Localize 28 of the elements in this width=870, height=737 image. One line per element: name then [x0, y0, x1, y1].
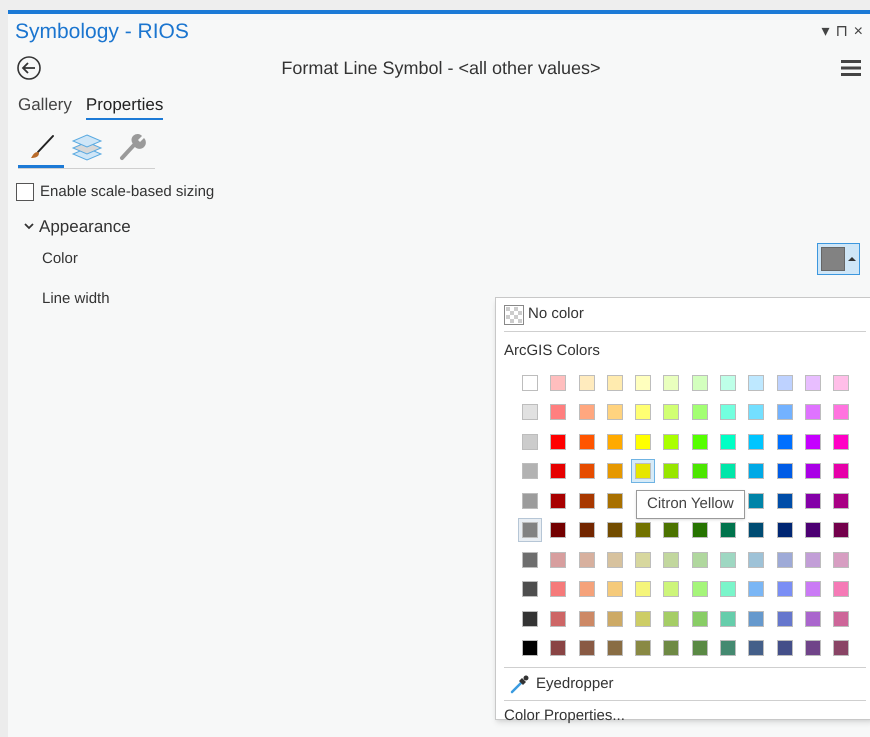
caret-icon: [848, 256, 856, 262]
property-label: Color: [42, 248, 78, 269]
tooltip: Citron Yellow: [636, 490, 745, 519]
tab[interactable]: Gallery: [18, 92, 72, 120]
pane-title: Symbology - RIOS: [15, 18, 189, 45]
tab[interactable]: Properties: [86, 92, 164, 120]
header-title: Format Line Symbol - <all other values>: [280, 56, 602, 80]
color-properties-item[interactable]: Color Properties...: [504, 701, 866, 731]
checkbox-label: Enable scale-based sizing: [40, 182, 214, 202]
chevron-icon: [24, 222, 34, 230]
section-header[interactable]: Appearance: [24, 214, 870, 239]
eyedropper-item[interactable]: Eyedropper: [504, 668, 866, 701]
menu-icon[interactable]: [840, 58, 862, 78]
checkbox[interactable]: [16, 183, 34, 202]
wrench-icon: [117, 132, 148, 162]
property-label: Line width: [42, 288, 110, 309]
pane-control[interactable]: ×: [854, 24, 863, 40]
checker-icon: [504, 304, 524, 324]
pane-control[interactable]: ▾: [822, 24, 830, 40]
eyedropper-icon: [510, 674, 530, 694]
pane-control[interactable]: ⊓: [836, 24, 848, 40]
layers-icon: [70, 132, 104, 162]
palette-title: ArcGIS Colors: [504, 341, 601, 361]
color-swatch[interactable]: [518, 518, 542, 542]
back-icon[interactable]: [16, 55, 42, 81]
color-picker-button[interactable]: [817, 243, 860, 275]
color-swatch[interactable]: [631, 459, 656, 483]
no-color-item[interactable]: No color: [504, 298, 866, 332]
